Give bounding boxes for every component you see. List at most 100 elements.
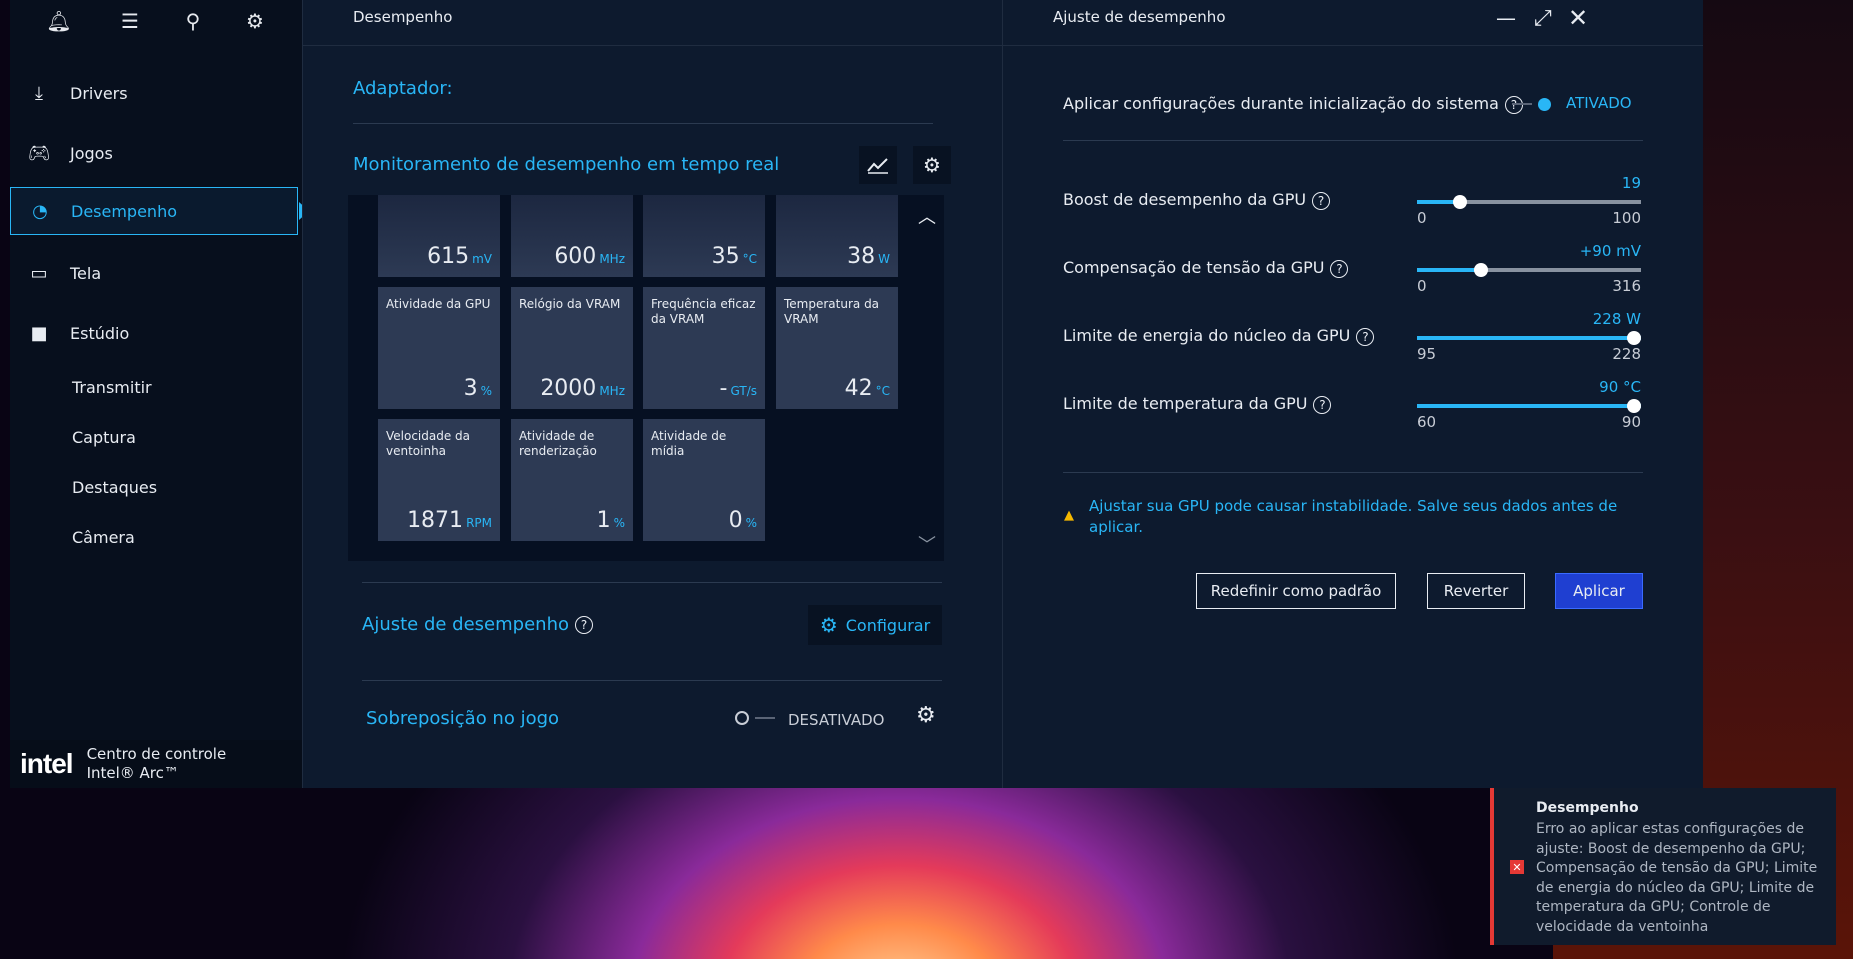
app-name: Centro de controle Intel® Arc™ xyxy=(87,745,227,783)
metric-tile: 615 mV xyxy=(378,195,500,277)
monitor-icon: ▭ xyxy=(30,262,48,284)
metric-label: Atividade de mídia xyxy=(651,429,727,458)
metric-unit: W xyxy=(878,252,890,266)
metric-unit: % xyxy=(745,516,757,530)
slider-max: 316 xyxy=(1612,277,1641,295)
slider-max: 228 xyxy=(1612,345,1641,363)
slider-thumb[interactable] xyxy=(1473,263,1488,277)
bell-icon[interactable]: 🔔︎ xyxy=(46,8,72,34)
metric-tile: Relógio da VRAM 2000 MHz xyxy=(511,287,633,409)
chevron-down-icon[interactable]: ﹀ xyxy=(918,531,936,557)
close-icon[interactable]: ✕ xyxy=(1568,4,1588,32)
configure-button[interactable]: ⚙ Configurar xyxy=(808,605,942,645)
toast-message: Erro ao aplicar estas configurações de a… xyxy=(1536,821,1818,935)
chevron-up-icon[interactable]: ︿ xyxy=(918,203,936,229)
chart-icon[interactable] xyxy=(859,146,897,184)
slider-track[interactable] xyxy=(1417,399,1641,413)
revert-button[interactable]: Reverter xyxy=(1427,573,1525,609)
help-icon[interactable]: ? xyxy=(1356,327,1375,346)
slider-track[interactable] xyxy=(1417,331,1641,345)
sidebar-item-desempenho[interactable]: ◔ Desempenho xyxy=(10,187,309,235)
camera-icon: ■ xyxy=(30,322,48,344)
metric-label: Relógio da VRAM xyxy=(519,297,621,311)
slider-fill xyxy=(1417,268,1481,272)
metric-number: 2000 xyxy=(540,376,597,401)
metric-label: Atividade da GPU xyxy=(386,297,491,311)
search-icon[interactable]: ⚲ xyxy=(180,8,206,34)
reset-default-button[interactable]: Redefinir como padrão xyxy=(1196,573,1396,609)
slider-label-text: Compensação de tensão da GPU xyxy=(1063,258,1325,277)
slider-min: 0 xyxy=(1417,209,1427,227)
sidebar-item-label: Desempenho xyxy=(71,201,177,221)
toast-title: Desempenho xyxy=(1536,800,1639,816)
error-toast[interactable]: ✕ Desempenho Erro ao aplicar estas confi… xyxy=(1490,788,1836,945)
sidebar-subitem-destaques[interactable]: Destaques xyxy=(72,478,157,497)
metric-number: 1871 xyxy=(407,508,464,533)
metric-tile: Frequência eficaz da VRAM - GT/s xyxy=(643,287,765,409)
brand-footer: intel Centro de controle Intel® Arc™ xyxy=(10,740,302,788)
metric-value: - GT/s xyxy=(720,376,757,401)
sidebar-item-tela[interactable]: ▭ Tela xyxy=(10,248,302,298)
metric-value: 2000 MHz xyxy=(540,376,625,401)
metric-number: 38 xyxy=(847,244,876,269)
help-icon[interactable]: ? xyxy=(1312,191,1331,210)
slider-thumb[interactable] xyxy=(1452,195,1467,209)
maximize-icon[interactable]: ⤢ xyxy=(1534,6,1552,31)
slider-min: 95 xyxy=(1417,345,1437,363)
sidebar-item-drivers[interactable]: ⤓ Drivers xyxy=(10,68,302,118)
slider-track[interactable] xyxy=(1417,195,1641,209)
sidebar-subitem-camera[interactable]: Câmera xyxy=(72,528,135,547)
slider-label-text: Limite de temperatura da GPU xyxy=(1063,394,1308,413)
metric-value: 615 mV xyxy=(427,244,492,269)
apply-on-boot-label: Aplicar configurações durante inicializa… xyxy=(1063,94,1523,114)
sidebar-item-label: Drivers xyxy=(70,83,128,103)
apply-button[interactable]: Aplicar xyxy=(1555,573,1643,609)
menu-icon[interactable]: ☰ xyxy=(117,8,143,34)
metric-label: Temperatura da VRAM xyxy=(784,297,880,326)
sidebar-item-estudio[interactable]: ■ Estúdio xyxy=(10,308,302,358)
sidebar-item-jogos[interactable]: 🎮︎ Jogos xyxy=(10,128,302,178)
divider xyxy=(1063,140,1643,141)
slider-label: Compensação de tensão da GPU? xyxy=(1063,258,1349,278)
overlay-gear-icon[interactable]: ⚙ xyxy=(916,703,936,728)
metric-value: 0% xyxy=(729,508,757,533)
monitor-settings-gear-icon[interactable]: ⚙ xyxy=(913,146,951,184)
slider-label-text: Boost de desempenho da GPU xyxy=(1063,190,1307,209)
metric-tile: Atividade de mídia 0% xyxy=(643,419,765,541)
tuning-section-title: Ajuste de desempenho? xyxy=(362,614,593,635)
slider-track[interactable] xyxy=(1417,263,1641,277)
slider-value: 19 xyxy=(1621,174,1641,192)
help-icon[interactable]: ? xyxy=(1313,395,1332,414)
metric-unit: % xyxy=(613,516,625,530)
sidebar-subitem-transmitir[interactable]: Transmitir xyxy=(72,378,152,397)
overlay-toggle[interactable] xyxy=(735,711,775,725)
apply-on-boot-text: Aplicar configurações durante inicializa… xyxy=(1063,94,1499,113)
minimize-icon[interactable]: — xyxy=(1496,6,1516,30)
overlay-title: Sobreposição no jogo xyxy=(366,708,560,729)
warning-icon: ▲ xyxy=(1064,508,1074,523)
metric-tile: Velocidade da ventoinha 1871 RPM xyxy=(378,419,500,541)
slider-thumb[interactable] xyxy=(1627,399,1641,413)
help-icon[interactable]: ? xyxy=(1330,259,1349,278)
panel-header-title: Desempenho xyxy=(353,8,453,26)
gear-icon[interactable]: ⚙ xyxy=(242,8,268,34)
apply-on-boot-toggle[interactable] xyxy=(1512,96,1552,112)
sidebar-item-label: Jogos xyxy=(70,143,113,163)
metric-value: 35 °C xyxy=(712,244,757,269)
metric-unit: °C xyxy=(742,252,757,266)
divider xyxy=(1063,472,1643,473)
slider-fill xyxy=(1417,404,1641,408)
metric-number: 3 xyxy=(463,376,478,401)
metric-unit: RPM xyxy=(466,516,492,530)
metric-tile: 38 W xyxy=(776,195,898,277)
intel-logo: intel xyxy=(20,748,74,779)
sidebar-subitem-captura[interactable]: Captura xyxy=(72,428,136,447)
metric-label: Velocidade da ventoinha xyxy=(386,429,471,458)
metric-tile: 600 MHz xyxy=(511,195,633,277)
metric-value: 1871 RPM xyxy=(407,508,492,533)
metric-number: 35 xyxy=(711,244,740,269)
slider-thumb[interactable] xyxy=(1627,331,1641,345)
help-icon[interactable]: ? xyxy=(575,616,593,634)
metric-unit: mV xyxy=(472,252,492,266)
metric-value: 1% xyxy=(597,508,625,533)
